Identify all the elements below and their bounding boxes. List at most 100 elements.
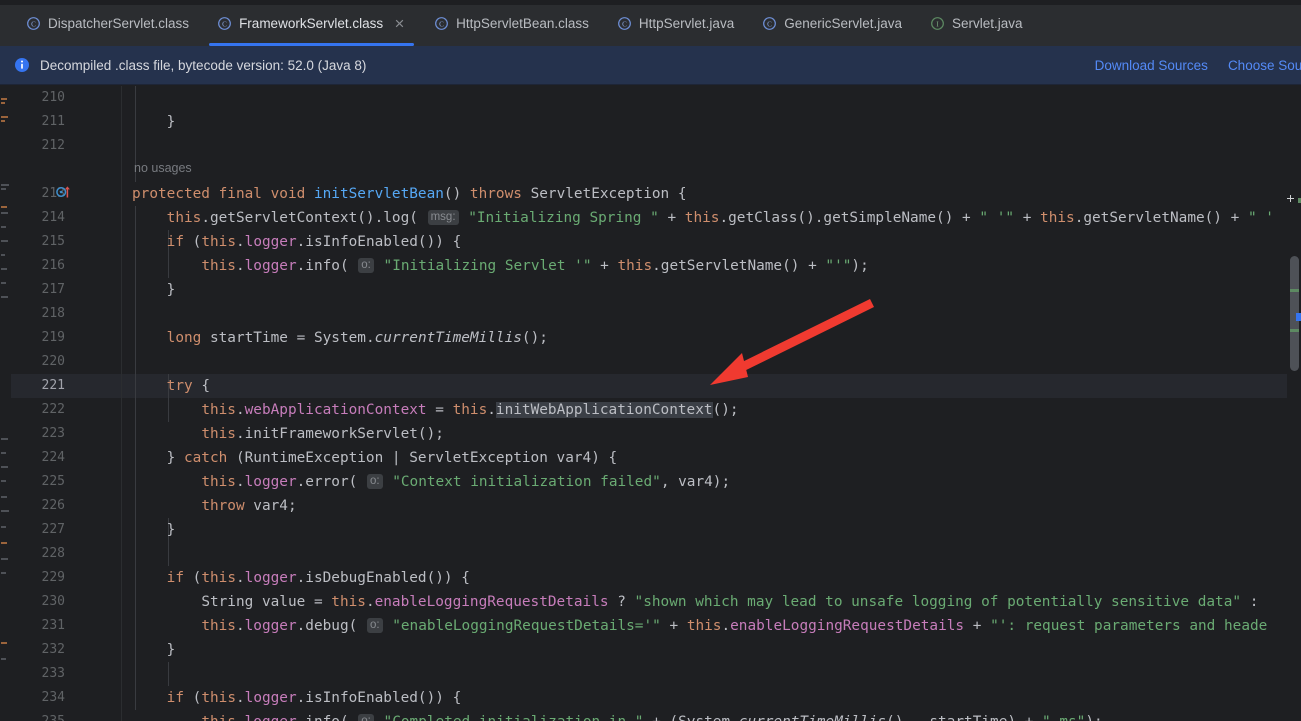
code-line: try { bbox=[166, 378, 210, 394]
line-number: 215 bbox=[41, 234, 65, 249]
svg-text:C: C bbox=[31, 20, 36, 28]
code-line: } bbox=[132, 522, 176, 538]
line-number: 222 bbox=[41, 402, 65, 417]
line-number: 211 bbox=[41, 114, 65, 129]
editor-tab-label: DispatcherServlet.class bbox=[48, 15, 190, 31]
line-number: 216 bbox=[41, 258, 65, 273]
code-line: this.getServletContext().log( msg: "Init… bbox=[166, 210, 1274, 226]
line-number: 219 bbox=[41, 330, 65, 345]
ide-editor-window: C DispatcherServlet.class C FrameworkSer… bbox=[0, 0, 1301, 721]
code-line: throw var4; bbox=[201, 498, 297, 514]
editor-gutter[interactable]: 210 211 212 213 214 215 216 217 218 219 … bbox=[11, 86, 122, 721]
code-line: long startTime = System.currentTimeMilli… bbox=[166, 330, 548, 346]
editor-tab-servlet[interactable]: I Servlet.java bbox=[916, 0, 1037, 46]
editor-tab-dispatcherservlet[interactable]: C DispatcherServlet.class bbox=[12, 0, 203, 46]
line-number: 231 bbox=[41, 618, 65, 633]
editor-tab-label: HttpServletBean.class bbox=[456, 15, 589, 31]
code-line: } catch (RuntimeException | ServletExcep… bbox=[132, 450, 618, 466]
code-line: protected final void initServletBean() t… bbox=[132, 186, 687, 202]
editor-tab-label: GenericServlet.java bbox=[784, 15, 903, 31]
editor-tab-httpservlet[interactable]: C HttpServlet.java bbox=[603, 0, 748, 46]
line-number: 228 bbox=[41, 546, 65, 561]
code-line: this.initFrameworkServlet(); bbox=[201, 426, 444, 442]
overriding-method-icon[interactable] bbox=[55, 183, 73, 201]
svg-text:C: C bbox=[439, 20, 444, 28]
code-editor[interactable]: 210 211 212 213 214 215 216 217 218 219 … bbox=[0, 86, 1301, 721]
editor-tab-frameworkservlet[interactable]: C FrameworkServlet.class bbox=[203, 0, 420, 46]
editor-tab-bar: C DispatcherServlet.class C FrameworkSer… bbox=[0, 0, 1301, 46]
code-line: if (this.logger.isInfoEnabled()) { bbox=[166, 690, 462, 706]
code-outline-strip[interactable] bbox=[0, 86, 11, 721]
svg-text:C: C bbox=[767, 20, 772, 28]
line-number: 218 bbox=[41, 306, 65, 321]
banner-message: Decompiled .class file, bytecode version… bbox=[40, 57, 367, 73]
code-line: } bbox=[132, 282, 176, 298]
code-line: this.logger.info( o: "Completed initiali… bbox=[122, 710, 1301, 721]
stripe-mark-usage bbox=[1290, 289, 1299, 292]
code-line: } bbox=[132, 114, 176, 130]
line-number: 214 bbox=[41, 210, 65, 225]
highlighted-identifier[interactable]: initWebApplicationContext bbox=[495, 402, 713, 418]
editor-tab-label: FrameworkServlet.class bbox=[239, 15, 384, 31]
line-number-current: 221 bbox=[41, 378, 65, 393]
editor-tab-httpservletbean[interactable]: C HttpServletBean.class bbox=[420, 0, 603, 46]
banner-action-links: Download Sources Choose Sources... bbox=[1095, 46, 1301, 85]
line-number: 225 bbox=[41, 474, 65, 489]
close-icon[interactable] bbox=[393, 17, 406, 30]
line-number: 226 bbox=[41, 498, 65, 513]
line-number: 220 bbox=[41, 354, 65, 369]
svg-text:C: C bbox=[222, 20, 227, 28]
code-line: if (this.logger.isInfoEnabled()) { bbox=[166, 234, 462, 250]
java-interface-icon: I bbox=[931, 16, 944, 30]
stripe-mark-caret bbox=[1290, 195, 1291, 202]
line-number: 233 bbox=[41, 666, 65, 681]
svg-text:C: C bbox=[622, 20, 627, 28]
stripe-mark-caret-position bbox=[1296, 313, 1301, 321]
line-number: 230 bbox=[41, 594, 65, 609]
java-class-icon: C bbox=[617, 16, 631, 30]
editor-tab-genericservlet[interactable]: C GenericServlet.java bbox=[748, 0, 916, 46]
parameter-hint-msg: msg: bbox=[427, 210, 459, 225]
svg-text:I: I bbox=[936, 20, 939, 28]
code-line bbox=[122, 86, 1301, 110]
info-icon bbox=[15, 58, 29, 72]
download-sources-link[interactable]: Download Sources bbox=[1095, 58, 1208, 73]
java-class-icon: C bbox=[218, 16, 231, 30]
editor-tab-label: Servlet.java bbox=[952, 15, 1023, 31]
code-line: String value = this.enableLoggingRequest… bbox=[201, 594, 1259, 610]
java-class-icon: C bbox=[27, 16, 40, 30]
java-class-icon: C bbox=[435, 16, 449, 30]
line-number: 235 bbox=[25, 710, 65, 721]
line-number: 227 bbox=[41, 522, 65, 537]
line-number: 229 bbox=[41, 570, 65, 585]
choose-sources-link[interactable]: Choose Sources... bbox=[1228, 58, 1301, 73]
decompiled-file-banner: Decompiled .class file, bytecode version… bbox=[0, 46, 1301, 85]
code-text-area[interactable]: } no usages protected final void initSer… bbox=[122, 86, 1301, 721]
code-line: } bbox=[132, 642, 176, 658]
line-number: 217 bbox=[41, 282, 65, 297]
line-number: 210 bbox=[41, 90, 65, 105]
parameter-hint-o: o: bbox=[366, 618, 383, 633]
line-number: 212 bbox=[41, 138, 65, 153]
stripe-mark-usage bbox=[1290, 329, 1299, 332]
inlay-hint-no-usages[interactable]: no usages bbox=[122, 156, 1301, 180]
parameter-hint-o: o: bbox=[358, 258, 374, 273]
java-class-icon: C bbox=[763, 16, 777, 30]
editor-scrollbar-error-stripe[interactable] bbox=[1287, 86, 1301, 721]
parameter-hint-o: o: bbox=[366, 474, 383, 489]
line-number: 224 bbox=[41, 450, 65, 465]
code-line: if (this.logger.isDebugEnabled()) { bbox=[166, 570, 470, 586]
line-number: 232 bbox=[41, 642, 65, 657]
code-line-current: this.webApplicationContext = this.initWe… bbox=[201, 402, 739, 418]
line-number: 223 bbox=[41, 426, 65, 441]
code-line: this.logger.error( o: "Context initializ… bbox=[201, 474, 731, 490]
line-number: 234 bbox=[41, 690, 65, 705]
editor-tab-label: HttpServlet.java bbox=[638, 15, 735, 31]
code-line: this.logger.debug( o: "enableLoggingRequ… bbox=[201, 618, 1268, 634]
